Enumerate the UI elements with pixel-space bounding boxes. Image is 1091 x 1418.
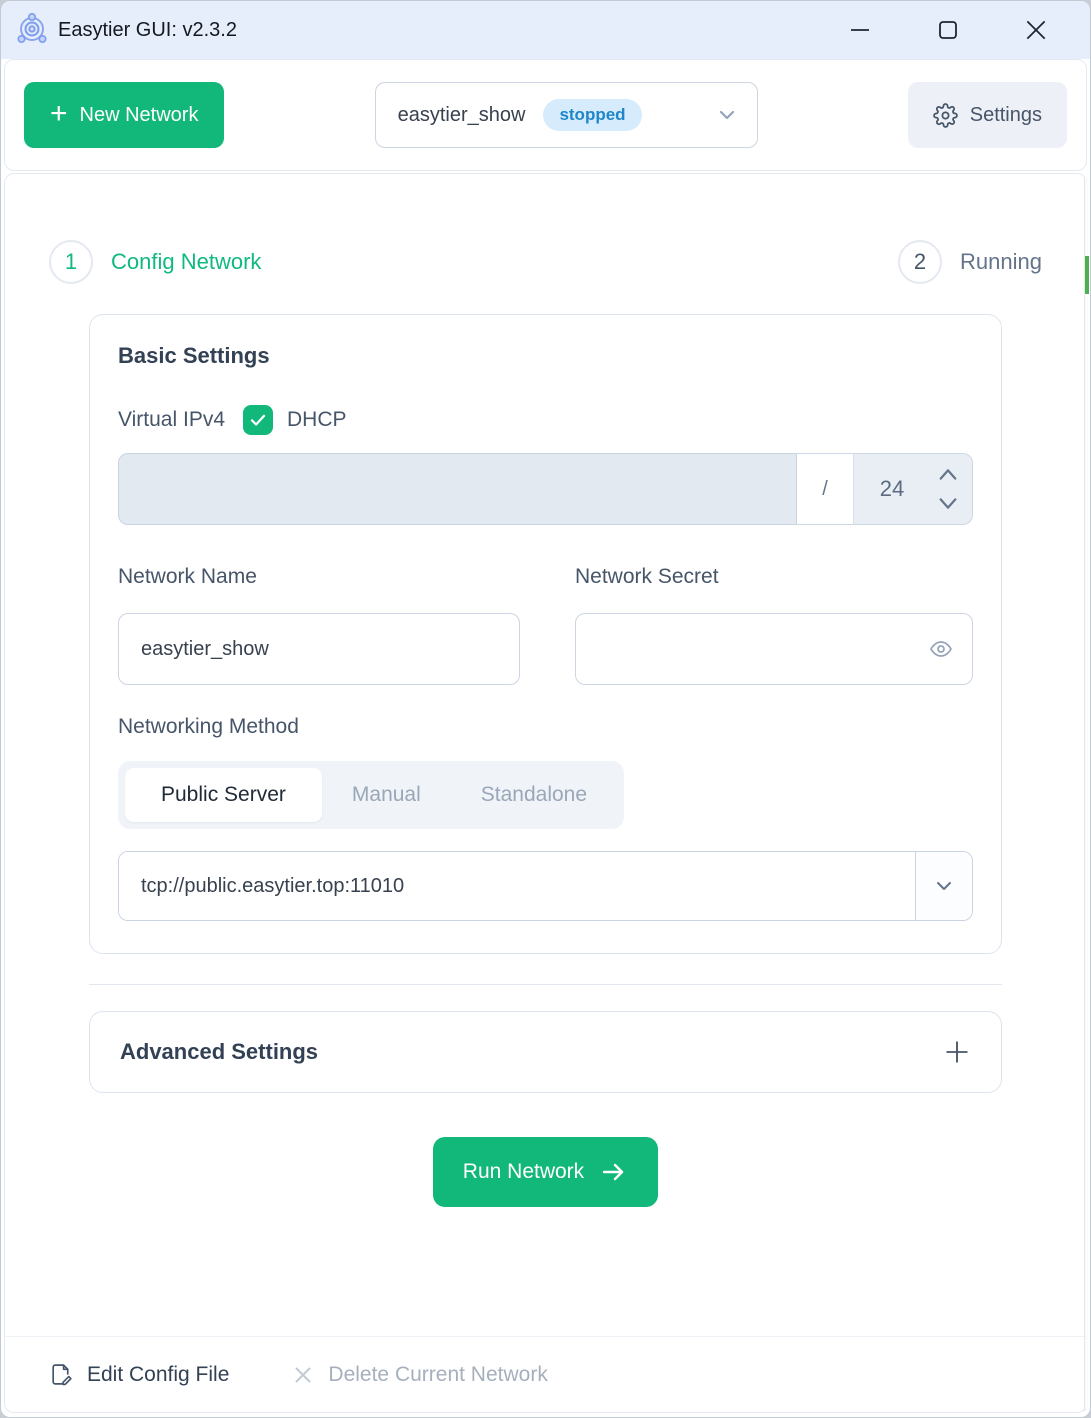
minimize-button[interactable] xyxy=(846,16,874,44)
advanced-settings-card[interactable]: Advanced Settings xyxy=(89,1011,1002,1093)
stepper: 1 Config Network 2 Running xyxy=(5,240,1086,284)
scrollbar-track[interactable] xyxy=(1084,177,1088,1411)
section-divider xyxy=(89,984,1002,985)
expand-plus-icon[interactable] xyxy=(943,1038,971,1066)
dropdown-chevron-cell xyxy=(915,852,972,920)
step-2-label: Running xyxy=(960,249,1042,275)
run-network-label: Run Network xyxy=(463,1160,584,1184)
edit-config-file-label: Edit Config File xyxy=(87,1363,229,1387)
gear-icon xyxy=(933,103,958,128)
arrow-right-icon xyxy=(600,1160,628,1184)
delete-current-network-label: Delete Current Network xyxy=(328,1363,547,1387)
settings-button[interactable]: Settings xyxy=(908,82,1067,148)
close-button[interactable] xyxy=(1022,16,1050,44)
virtual-ipv4-input-group: / 24 xyxy=(118,453,973,525)
method-public-server[interactable]: Public Server xyxy=(125,768,322,822)
minimize-icon xyxy=(848,18,872,42)
chevron-up-icon[interactable] xyxy=(937,467,959,481)
x-mark-icon xyxy=(291,1363,315,1387)
prefix-spin-controls xyxy=(930,467,972,511)
network-status-badge: stopped xyxy=(543,99,641,131)
toolbar: + New Network easytier_show stopped Sett… xyxy=(4,59,1087,171)
network-secret-wrap xyxy=(575,613,973,685)
prefix-separator: / xyxy=(797,453,853,525)
virtual-ipv4-row: Virtual IPv4 DHCP xyxy=(118,405,973,435)
virtual-ipv4-input[interactable] xyxy=(118,453,797,525)
virtual-ipv4-label: Virtual IPv4 xyxy=(118,408,225,432)
plus-icon: + xyxy=(50,99,68,129)
network-name-field-group: Network Name xyxy=(118,565,520,685)
basic-settings-title: Basic Settings xyxy=(118,343,973,369)
name-secret-grid: Network Name Network Secret xyxy=(118,565,973,685)
new-network-label: New Network xyxy=(80,104,199,127)
method-manual[interactable]: Manual xyxy=(322,768,451,822)
prefix-length-stepper[interactable]: 24 xyxy=(853,453,973,525)
network-secret-input[interactable] xyxy=(575,613,973,685)
maximize-button[interactable] xyxy=(934,16,962,44)
window-controls xyxy=(846,16,1090,44)
file-pen-icon xyxy=(49,1362,74,1387)
network-name-input[interactable] xyxy=(118,613,520,685)
edit-config-file-button[interactable]: Edit Config File xyxy=(49,1362,229,1387)
selected-network-name: easytier_show xyxy=(398,104,526,127)
maximize-icon xyxy=(936,18,960,42)
networking-method-label: Networking Method xyxy=(118,715,973,739)
step-1-label: Config Network xyxy=(111,249,261,275)
run-network-button[interactable]: Run Network xyxy=(433,1137,658,1207)
titlebar: Easytier GUI: v2.3.2 xyxy=(1,1,1090,59)
app-window: Easytier GUI: v2.3.2 + New Network easyt… xyxy=(0,0,1091,1418)
public-server-dropdown[interactable]: tcp://public.easytier.top:11010 xyxy=(118,851,973,921)
chevron-down-icon xyxy=(932,874,956,898)
network-name-label: Network Name xyxy=(118,565,520,589)
footer-bar: Edit Config File Delete Current Network xyxy=(5,1336,1086,1412)
networking-method-segmented: Public Server Manual Standalone xyxy=(118,761,624,829)
window-title: Easytier GUI: v2.3.2 xyxy=(58,19,237,42)
new-network-button[interactable]: + New Network xyxy=(24,82,224,148)
step-running[interactable]: 2 Running xyxy=(898,240,1042,284)
settings-label: Settings xyxy=(970,104,1042,127)
network-selector-dropdown[interactable]: easytier_show stopped xyxy=(375,82,758,148)
dhcp-label: DHCP xyxy=(287,408,347,432)
prefix-length-value: 24 xyxy=(854,476,930,502)
close-icon xyxy=(1023,17,1049,43)
checkmark-icon xyxy=(249,411,267,429)
method-standalone[interactable]: Standalone xyxy=(451,768,617,822)
step-config-network[interactable]: 1 Config Network xyxy=(49,240,261,284)
app-logo-icon xyxy=(14,12,50,48)
network-secret-field-group: Network Secret xyxy=(575,565,973,685)
basic-settings-card: Basic Settings Virtual IPv4 DHCP / 24 xyxy=(89,314,1002,954)
chevron-down-icon[interactable] xyxy=(937,497,959,511)
network-secret-label: Network Secret xyxy=(575,565,973,589)
advanced-settings-title: Advanced Settings xyxy=(120,1039,318,1065)
eye-icon[interactable] xyxy=(929,637,953,661)
chevron-down-icon xyxy=(715,103,739,127)
step-1-circle: 1 xyxy=(49,240,93,284)
main-panel: 1 Config Network 2 Running Basic Setting… xyxy=(4,173,1087,1413)
public-server-value: tcp://public.easytier.top:11010 xyxy=(119,852,915,920)
delete-current-network-button[interactable]: Delete Current Network xyxy=(291,1363,547,1387)
dhcp-checkbox[interactable] xyxy=(243,405,273,435)
step-2-circle: 2 xyxy=(898,240,942,284)
scrollbar-thumb[interactable] xyxy=(1085,256,1089,294)
